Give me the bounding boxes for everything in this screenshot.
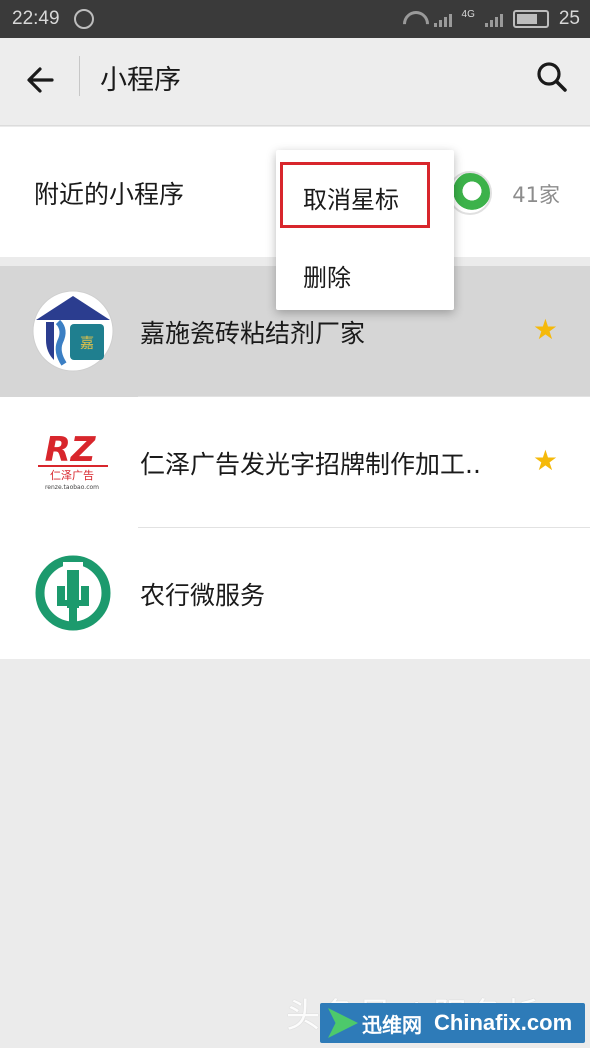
svg-text:renze.taobao.com: renze.taobao.com (45, 484, 99, 491)
delete-label: 删除 (303, 264, 351, 292)
unstar-menu-item[interactable]: 取消星标 (276, 154, 454, 232)
mini-program-name: 农行微服务 (140, 581, 266, 610)
star-icon: ★ (532, 313, 558, 346)
renze-logo-icon: RZ 仁泽广告 renze.taobao.com (32, 421, 114, 503)
list-item[interactable]: RZ 仁泽广告 renze.taobao.com 仁泽广告发光字招牌制作加工..… (0, 397, 590, 528)
highlight-box (280, 162, 430, 228)
signal-icon-2 (484, 11, 503, 27)
list-item[interactable]: 农行微服务 (0, 528, 590, 659)
brand-logo-icon (328, 1008, 358, 1038)
battery-icon (512, 10, 549, 28)
context-menu: 取消星标 删除 (276, 150, 454, 310)
brand-watermark: 迅维网 Chinafix.com (320, 1003, 585, 1043)
jiashi-logo-icon: 嘉 (32, 290, 114, 372)
mini-program-name: 嘉施瓷砖粘结剂厂家 (140, 319, 366, 348)
nearby-count: 41家 (512, 183, 560, 207)
wifi-icon (402, 11, 424, 27)
signal-icon (433, 11, 452, 27)
network-badge: 4G (461, 8, 475, 20)
header-divider (79, 56, 80, 96)
page-title: 小程序 (100, 65, 181, 96)
svg-text:嘉: 嘉 (80, 336, 94, 352)
status-bar: 22:49 4G 25 (0, 0, 590, 38)
nearby-thumbnail-icon (448, 171, 492, 215)
notification-icon (74, 9, 94, 29)
svg-text:RZ: RZ (45, 430, 97, 470)
status-time: 22:49 (12, 8, 60, 29)
battery-level: 25 (558, 8, 580, 29)
brand-name-en: Chinafix.com (434, 1010, 573, 1035)
nearby-label: 附近的小程序 (34, 180, 185, 209)
app-header: 小程序 (0, 38, 590, 126)
back-arrow-icon[interactable] (22, 60, 62, 100)
svg-text:仁泽广告: 仁泽广告 (50, 469, 94, 482)
mini-program-name: 仁泽广告发光字招牌制作加工.. (140, 450, 481, 479)
brand-name-cn: 迅维网 (362, 1012, 422, 1037)
star-icon: ★ (532, 444, 558, 477)
abc-bank-logo-icon (35, 555, 111, 631)
mini-program-list: 嘉 嘉施瓷砖粘结剂厂家 ★ RZ 仁泽广告 renze.taobao.com 仁… (0, 266, 590, 659)
search-icon[interactable] (532, 58, 572, 98)
status-indicators: 4G 25 (402, 8, 580, 30)
delete-menu-item[interactable]: 删除 (276, 232, 454, 310)
